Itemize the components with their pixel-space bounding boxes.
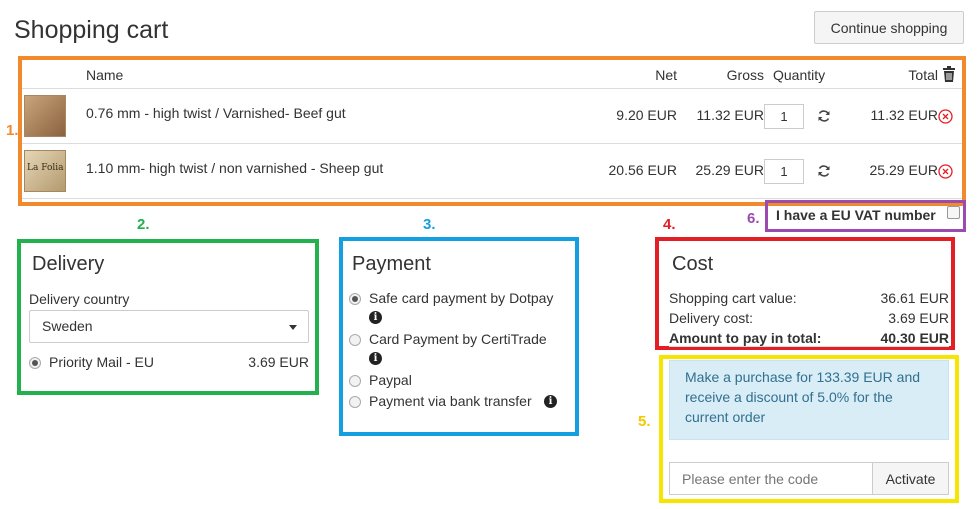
callout-number-2: 2. (137, 216, 150, 233)
delivery-cost-label: Delivery cost: (669, 310, 754, 326)
delivery-cost-amount: 3.69 EUR (888, 310, 949, 326)
info-icon[interactable]: i (369, 352, 382, 365)
column-header-gross: Gross (726, 67, 764, 83)
payment-option-radio-bank-transfer[interactable] (349, 396, 361, 408)
delivery-title: Delivery (32, 253, 105, 275)
info-icon[interactable]: i (369, 311, 382, 324)
payment-option-bank-transfer[interactable]: Payment via bank transfer (369, 393, 532, 409)
activate-button[interactable]: Activate (872, 462, 949, 495)
total-label: Amount to pay in total: (669, 330, 822, 346)
chevron-down-icon (289, 325, 297, 330)
cart-row: La Folia 1.10 mm- high twist / non varni… (22, 144, 962, 199)
cart-table-header: Name Net Gross Quantity Total (22, 60, 962, 89)
row-total: 11.32 EUR (870, 107, 938, 123)
row-total: 25.29 EUR (869, 162, 938, 178)
thumbnail-brand-text: La Folia (27, 163, 64, 173)
product-thumbnail[interactable] (24, 95, 66, 137)
quantity-input[interactable]: 1 (764, 104, 804, 129)
delivery-country-value: Sweden (42, 318, 93, 334)
callout-number-6: 6. (747, 210, 760, 227)
gross-price: 11.32 EUR (696, 107, 764, 123)
column-header-total: Total (908, 67, 938, 83)
cart-value-amount: 36.61 EUR (880, 290, 949, 306)
net-price: 20.56 EUR (608, 162, 677, 178)
product-name[interactable]: 0.76 mm - high twist / Varnished- Beef g… (86, 105, 346, 121)
payment-option-dotpay[interactable]: Safe card payment by Dotpay (369, 290, 553, 306)
page-title: Shopping cart (14, 16, 169, 44)
refresh-icon[interactable] (817, 109, 831, 123)
info-icon[interactable]: i (544, 395, 557, 408)
delivery-option-label[interactable]: Priority Mail - EU (49, 354, 154, 370)
delivery-option-radio[interactable] (29, 357, 41, 369)
remove-item-icon[interactable] (938, 109, 953, 124)
column-header-name: Name (86, 67, 124, 83)
cart-value-line: Shopping cart value: 36.61 EUR (669, 290, 949, 306)
remove-item-icon[interactable] (938, 164, 953, 179)
callout-number-3: 3. (423, 216, 436, 233)
callout-number-5: 5. (638, 413, 651, 430)
refresh-icon[interactable] (817, 164, 831, 178)
payment-option-radio-certitrade[interactable] (349, 334, 361, 346)
delivery-option-price: 3.69 EUR (248, 354, 309, 370)
vat-number-checkbox[interactable] (947, 206, 960, 219)
payment-option-certitrade[interactable]: Card Payment by CertiTrade (369, 331, 547, 347)
payment-option-radio-paypal[interactable] (349, 375, 361, 387)
gross-price: 25.29 EUR (695, 162, 764, 178)
cart-value-label: Shopping cart value: (669, 290, 797, 306)
net-price: 9.20 EUR (616, 107, 677, 123)
product-thumbnail[interactable]: La Folia (24, 150, 66, 192)
quantity-input[interactable]: 1 (764, 159, 804, 184)
continue-shopping-button[interactable]: Continue shopping (814, 11, 964, 44)
callout-number-4: 4. (663, 216, 676, 233)
discount-code-input[interactable] (669, 462, 872, 495)
payment-option-radio-dotpay[interactable] (349, 293, 361, 305)
delivery-country-select[interactable]: Sweden (29, 310, 309, 343)
total-amount: 40.30 EUR (880, 330, 949, 346)
trash-icon[interactable] (942, 66, 956, 82)
cost-title: Cost (672, 253, 714, 275)
callout-number-1: 1. (6, 122, 19, 139)
vat-number-label[interactable]: I have a EU VAT number (776, 207, 936, 223)
product-name[interactable]: 1.10 mm- high twist / non varnished - Sh… (86, 160, 383, 176)
column-header-net: Net (655, 67, 677, 83)
payment-title: Payment (352, 253, 431, 275)
column-header-quantity: Quantity (773, 67, 826, 83)
total-line: Amount to pay in total: 40.30 EUR (669, 330, 949, 347)
delivery-country-label: Delivery country (29, 291, 130, 307)
delivery-cost-line: Delivery cost: 3.69 EUR (669, 310, 949, 326)
payment-option-paypal[interactable]: Paypal (369, 372, 412, 388)
cart-row: 0.76 mm - high twist / Varnished- Beef g… (22, 89, 962, 144)
discount-message: Make a purchase for 133.39 EUR and recei… (669, 360, 949, 440)
